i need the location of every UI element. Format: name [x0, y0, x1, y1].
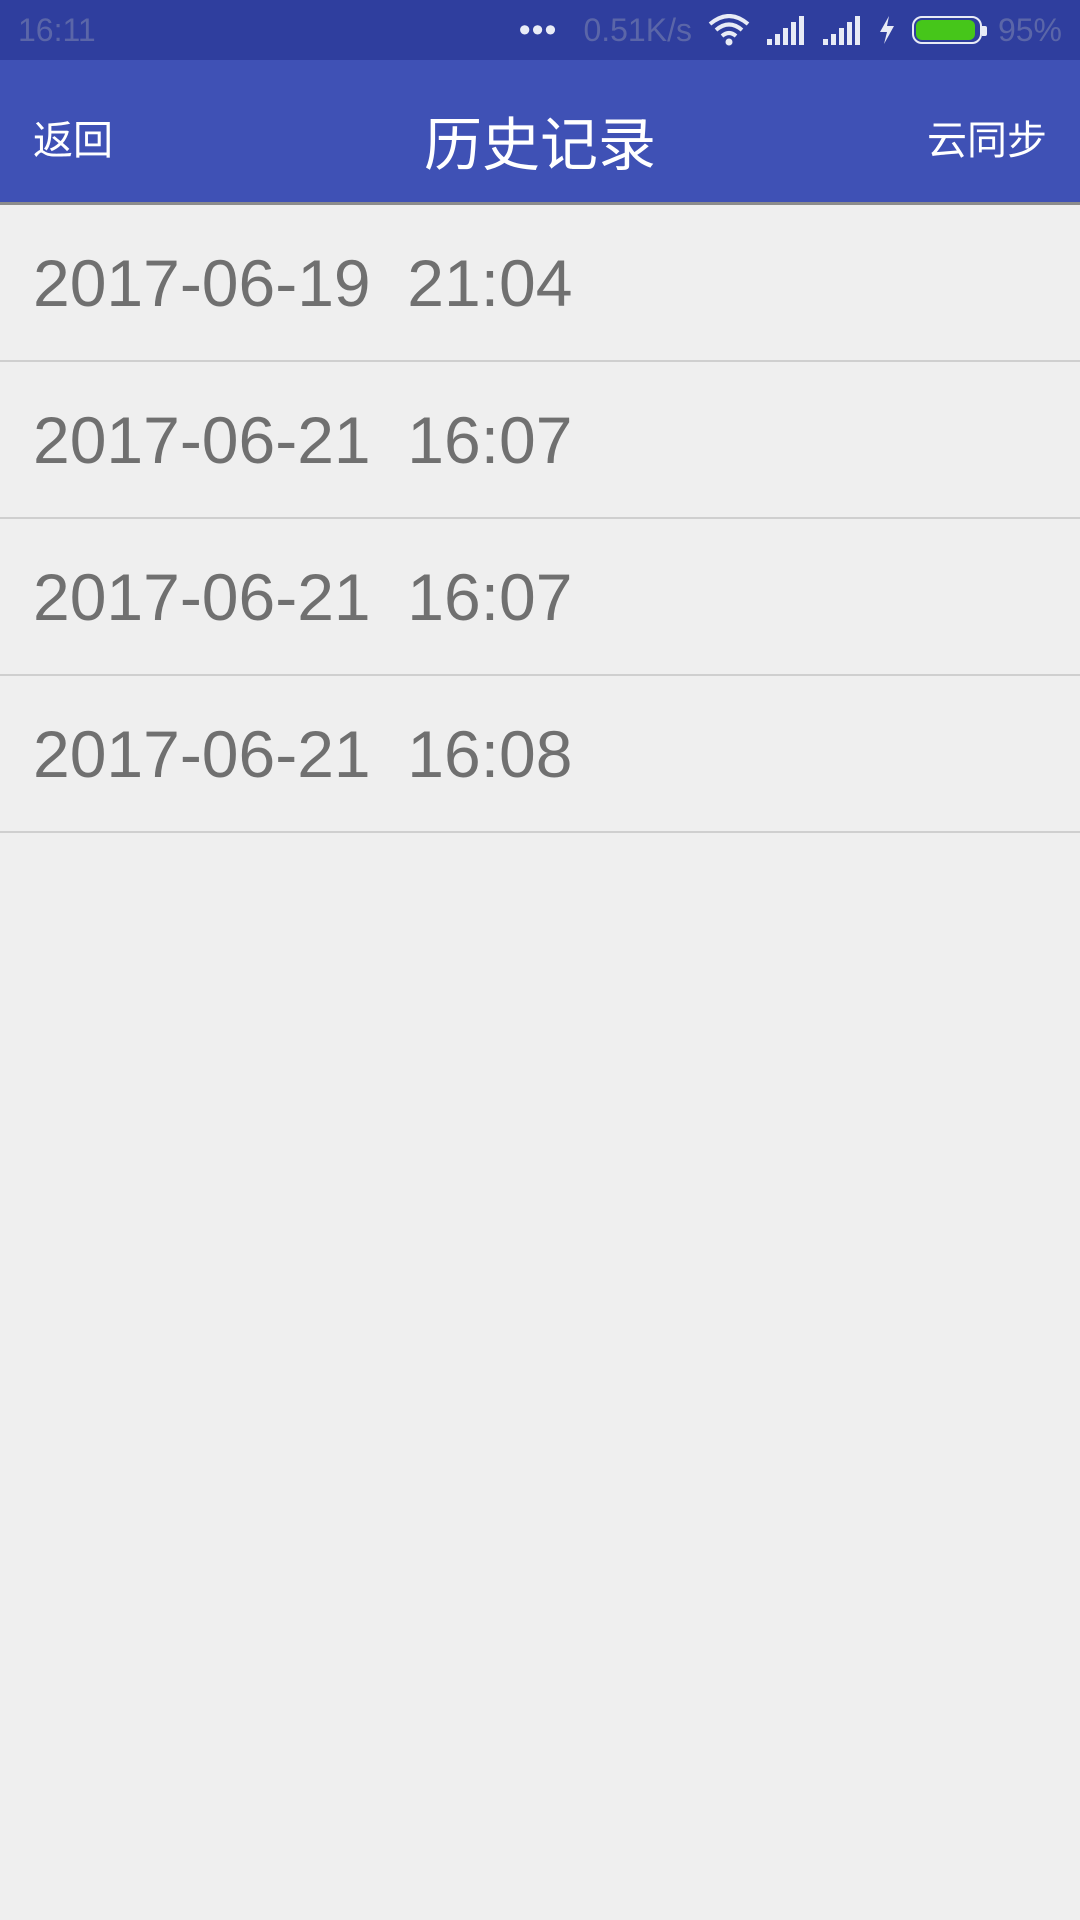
history-row[interactable]: 2017-06-21 16:07: [0, 519, 1080, 676]
signal-icon: [766, 15, 806, 45]
wifi-icon: [708, 14, 750, 46]
app-bar: 返回 历史记录 云同步: [0, 60, 1080, 205]
history-list: 2017-06-19 21:04 2017-06-21 16:07 2017-06-…: [0, 205, 1080, 833]
history-timestamp: 2017-06-21 16:07: [33, 402, 573, 477]
battery-fill: [915, 20, 975, 40]
history-timestamp: 2017-06-21 16:07: [33, 559, 573, 634]
history-timestamp: 2017-06-21 16:08: [33, 716, 573, 791]
history-row[interactable]: 2017-06-21 16:08: [0, 676, 1080, 833]
more-dots-icon: •••: [518, 10, 558, 49]
network-speed: 0.51K/s: [583, 11, 692, 48]
battery-icon: [911, 16, 987, 44]
history-row[interactable]: 2017-06-19 21:04: [0, 205, 1080, 362]
status-bar: 16:11 ••• 0.51K/s 95%: [0, 0, 1080, 60]
cloud-sync-button[interactable]: 云同步: [927, 108, 1047, 166]
page-title: 历史记录: [423, 111, 656, 179]
signal-icon: [822, 15, 862, 45]
status-left: 16:11: [18, 12, 96, 49]
status-right: ••• 0.51K/s 95%: [519, 11, 1062, 50]
history-row[interactable]: 2017-06-21 16:07: [0, 362, 1080, 519]
history-timestamp: 2017-06-19 21:04: [33, 245, 573, 320]
status-time: 16:11: [18, 11, 96, 48]
charging-icon: [878, 15, 896, 45]
battery-percent: 95%: [997, 11, 1062, 48]
